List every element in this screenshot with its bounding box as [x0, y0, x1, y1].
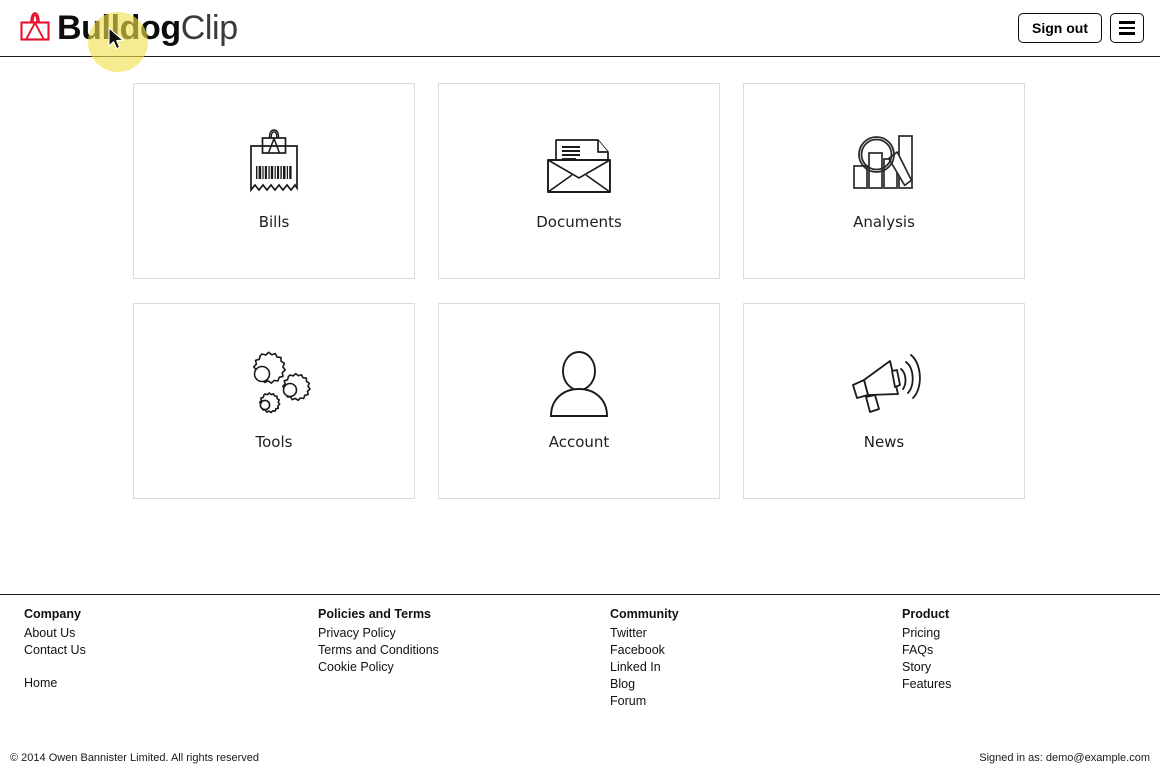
person-icon: [536, 347, 622, 423]
footer-link-about-us[interactable]: About Us: [24, 625, 318, 642]
menu-button[interactable]: [1110, 13, 1144, 43]
tile-label: Analysis: [853, 213, 915, 231]
bulldog-clip-logo-icon: [18, 10, 52, 46]
footer-columns: Company About Us Contact Us Home Policie…: [24, 606, 1136, 710]
footer-spacer: [24, 659, 318, 675]
page-root: BulldogClip Sign out Bills Documents Ana…: [0, 0, 1160, 773]
footer-link-linked-in[interactable]: Linked In: [610, 659, 902, 676]
footer-heading: Community: [610, 607, 679, 621]
footer-divider: [0, 594, 1160, 595]
brand-logo[interactable]: BulldogClip: [18, 10, 238, 46]
footer-column-company: Company About Us Contact Us Home: [24, 606, 318, 710]
footer-link-pricing[interactable]: Pricing: [902, 625, 1132, 642]
footer-link-blog[interactable]: Blog: [610, 676, 902, 693]
tile-label: Bills: [258, 213, 290, 231]
footer-link-faqs[interactable]: FAQs: [902, 642, 1132, 659]
header-actions: Sign out: [1018, 13, 1144, 43]
tile-label: Documents: [536, 213, 622, 231]
footer-column-product: Product Pricing FAQs Story Features: [902, 606, 1132, 710]
tile-label: Account: [548, 433, 610, 451]
receipt-barcode-clip-icon: [231, 127, 317, 203]
site-footer: Company About Us Contact Us Home Policie…: [0, 606, 1160, 710]
bar-chart-magnifier-icon: [841, 127, 927, 203]
sign-out-button[interactable]: Sign out: [1018, 13, 1102, 43]
footer-link-terms-and-conditions[interactable]: Terms and Conditions: [318, 642, 610, 659]
footer-column-policies: Policies and Terms Privacy Policy Terms …: [318, 606, 610, 710]
envelope-letter-icon: [536, 127, 622, 203]
tile-analysis[interactable]: Analysis: [743, 83, 1025, 279]
footer-heading: Policies and Terms: [318, 607, 432, 621]
megaphone-icon: [841, 347, 927, 423]
footer-link-contact-us[interactable]: Contact Us: [24, 642, 318, 659]
tile-label: Tools: [255, 433, 293, 451]
brand-name-light: Clip: [180, 9, 238, 47]
gears-icon: [231, 347, 317, 423]
footer-link-twitter[interactable]: Twitter: [610, 625, 902, 642]
footer-column-community: Community Twitter Facebook Linked In Blo…: [610, 606, 902, 710]
footer-link-forum[interactable]: Forum: [610, 693, 902, 710]
footer-link-privacy-policy[interactable]: Privacy Policy: [318, 625, 610, 642]
signed-in-as-text: Signed in as: demo@example.com: [979, 752, 1150, 764]
footer-link-features[interactable]: Features: [902, 676, 1132, 693]
footer-link-story[interactable]: Story: [902, 659, 1132, 676]
footer-link-facebook[interactable]: Facebook: [610, 642, 902, 659]
site-header: BulldogClip Sign out: [0, 0, 1160, 57]
tile-account[interactable]: Account: [438, 303, 720, 499]
brand-wordmark: BulldogClip: [57, 10, 238, 46]
tile-documents[interactable]: Documents: [438, 83, 720, 279]
tile-label: News: [863, 433, 905, 451]
hamburger-menu-icon: [1119, 21, 1135, 35]
brand-name-bold: Bulldog: [57, 9, 181, 47]
app-tile-grid: Bills Documents Analysis Tools Account N…: [133, 83, 1027, 499]
tile-bills[interactable]: Bills: [133, 83, 415, 279]
footer-heading: Company: [24, 607, 81, 621]
copyright-text: © 2014 Owen Bannister Limited. All right…: [10, 752, 260, 764]
footer-link-home[interactable]: Home: [24, 675, 318, 692]
footer-link-cookie-policy[interactable]: Cookie Policy: [318, 659, 610, 676]
main-content: Bills Documents Analysis Tools Account N…: [0, 57, 1160, 499]
footer-heading: Product: [902, 607, 950, 621]
footer-bottom-bar: © 2014 Owen Bannister Limited. All right…: [0, 752, 1160, 764]
tile-news[interactable]: News: [743, 303, 1025, 499]
tile-tools[interactable]: Tools: [133, 303, 415, 499]
